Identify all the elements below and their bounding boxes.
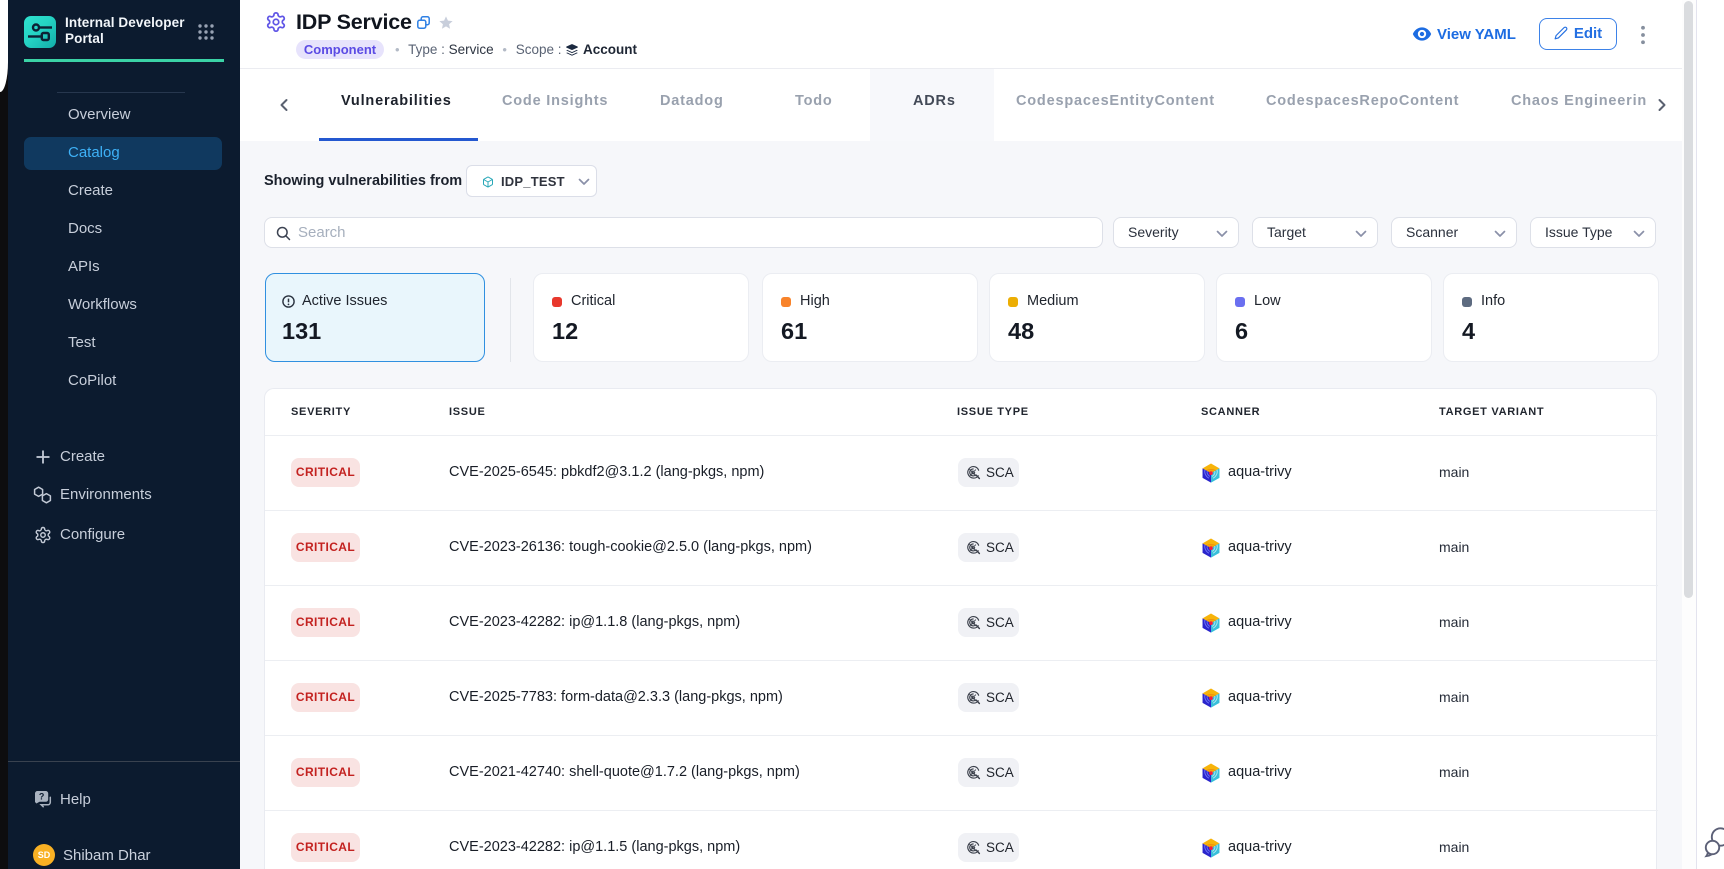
svg-text:?: ? bbox=[39, 792, 45, 802]
